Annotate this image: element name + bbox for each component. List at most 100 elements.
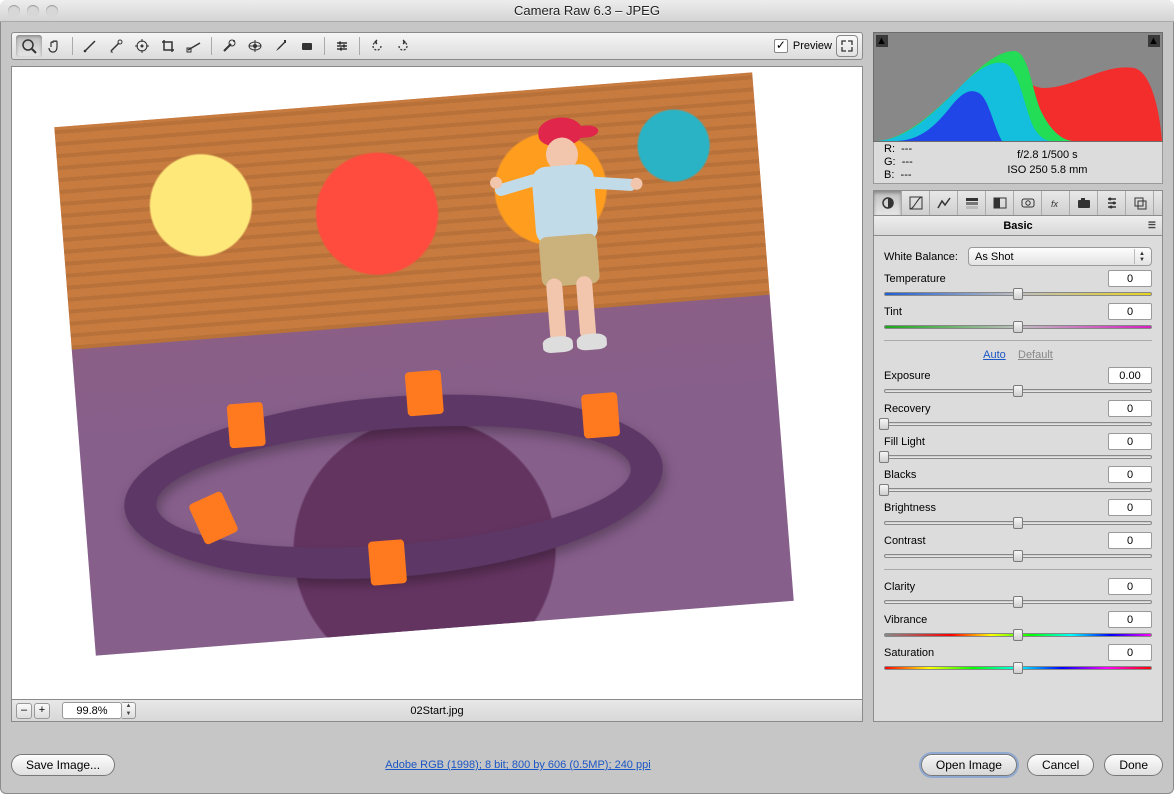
recovery-slider[interactable] [884,419,1152,429]
saturation-slider-row: Saturation [884,644,1152,673]
exposure-label: Exposure [884,370,930,382]
clarity-value-input[interactable] [1108,578,1152,595]
filllight-label: Fill Light [884,436,925,448]
preferences-icon[interactable] [329,35,355,57]
preview-label: Preview [793,40,832,52]
white-balance-label: White Balance: [884,251,958,263]
auto-link[interactable]: Auto [983,349,1006,361]
filllight-slider-row: Fill Light [884,433,1152,462]
fullscreen-toggle-button[interactable] [836,35,858,57]
chevron-updown-icon: ▲▼ [1134,249,1149,264]
tint-label: Tint [884,306,902,318]
tab-lens-corrections[interactable] [1014,191,1042,215]
clarity-label: Clarity [884,581,915,593]
tab-presets[interactable] [1098,191,1126,215]
tool-bar: Preview [11,32,863,60]
tab-basic[interactable] [874,191,902,215]
targeted-adjustment-tool-icon[interactable] [129,35,155,57]
zoom-value[interactable]: 99.8% [62,702,122,719]
tab-effects[interactable]: fx [1042,191,1070,215]
tab-detail[interactable] [930,191,958,215]
saturation-label: Saturation [884,647,934,659]
adjustment-brush-tool-icon[interactable] [268,35,294,57]
cancel-button[interactable]: Cancel [1027,754,1094,776]
contrast-value-input[interactable] [1108,532,1152,549]
tab-split-toning[interactable] [986,191,1014,215]
vibrance-slider-row: Vibrance [884,611,1152,640]
photo-preview [54,72,793,655]
tab-hsl[interactable] [958,191,986,215]
workflow-options-link[interactable]: Adobe RGB (1998); 8 bit; 800 by 606 (0.5… [385,759,650,771]
blacks-slider[interactable] [884,485,1152,495]
temperature-label: Temperature [884,273,946,285]
red-eye-tool-icon[interactable] [242,35,268,57]
zoom-out-button[interactable]: – [16,703,32,719]
color-sampler-tool-icon[interactable] [103,35,129,57]
saturation-slider[interactable] [884,663,1152,673]
hand-tool-icon[interactable] [42,35,68,57]
tint-value-input[interactable] [1108,303,1152,320]
contrast-label: Contrast [884,535,926,547]
recovery-label: Recovery [884,403,930,415]
zoom-stepper[interactable]: ▲▼ [122,702,136,719]
white-balance-select[interactable]: As Shot ▲▼ [968,247,1152,266]
exif-line2: ISO 250 5.8 mm [943,163,1152,178]
brightness-slider[interactable] [884,518,1152,528]
footer-bar: Save Image... Adobe RGB (1998); 8 bit; 8… [11,747,1163,783]
crop-tool-icon[interactable] [155,35,181,57]
tint-slider[interactable] [884,322,1152,332]
recovery-slider-row: Recovery [884,400,1152,429]
rotate-ccw-icon[interactable] [364,35,390,57]
rotate-cw-icon[interactable] [390,35,416,57]
exposure-slider-row: Exposure [884,367,1152,396]
saturation-value-input[interactable] [1108,644,1152,661]
brightness-label: Brightness [884,502,936,514]
temperature-value-input[interactable] [1108,270,1152,287]
filllight-value-input[interactable] [1108,433,1152,450]
exif-line1: f/2.8 1/500 s [943,148,1152,163]
filllight-slider[interactable] [884,452,1152,462]
zoom-tool-icon[interactable] [16,35,42,57]
contrast-slider[interactable] [884,551,1152,561]
svg-text:fx: fx [1051,199,1059,209]
vibrance-label: Vibrance [884,614,927,626]
done-button[interactable]: Done [1104,754,1163,776]
temperature-slider[interactable] [884,289,1152,299]
white-balance-tool-icon[interactable] [77,35,103,57]
zoom-in-button[interactable]: + [34,703,50,719]
brightness-slider-row: Brightness [884,499,1152,528]
tint-slider-row: Tint [884,303,1152,332]
recovery-value-input[interactable] [1108,400,1152,417]
brightness-value-input[interactable] [1108,499,1152,516]
blacks-label: Blacks [884,469,916,481]
vibrance-value-input[interactable] [1108,611,1152,628]
panel-title: Basic [1003,220,1032,232]
window-title: Camera Raw 6.3 – JPEG [0,3,1174,18]
tab-tone-curve[interactable] [902,191,930,215]
panel-tabs: fx [873,190,1163,216]
straighten-tool-icon[interactable] [181,35,207,57]
exposure-slider[interactable] [884,386,1152,396]
contrast-slider-row: Contrast [884,532,1152,561]
dialog-body: Preview [0,22,1174,794]
image-canvas[interactable] [11,66,863,700]
panel-menu-icon[interactable]: ☰ [1148,220,1156,231]
status-bar: – + 99.8% ▲▼ 02Start.jpg [11,700,863,722]
clarity-slider[interactable] [884,597,1152,607]
tab-camera-calibration[interactable] [1070,191,1098,215]
temperature-slider-row: Temperature [884,270,1152,299]
open-image-button[interactable]: Open Image [921,754,1017,776]
graduated-filter-tool-icon[interactable] [294,35,320,57]
clarity-slider-row: Clarity [884,578,1152,607]
histogram[interactable]: ▲ ▲ [873,32,1163,142]
tab-snapshots[interactable] [1126,191,1154,215]
save-image-button[interactable]: Save Image... [11,754,115,776]
app-window: Camera Raw 6.3 – JPEG [0,0,1174,794]
exposure-value-input[interactable] [1108,367,1152,384]
blacks-value-input[interactable] [1108,466,1152,483]
spot-removal-tool-icon[interactable] [216,35,242,57]
default-link[interactable]: Default [1018,349,1053,361]
preview-checkbox[interactable] [774,39,788,53]
basic-panel: White Balance: As Shot ▲▼ Temperature Ti… [873,236,1163,722]
vibrance-slider[interactable] [884,630,1152,640]
